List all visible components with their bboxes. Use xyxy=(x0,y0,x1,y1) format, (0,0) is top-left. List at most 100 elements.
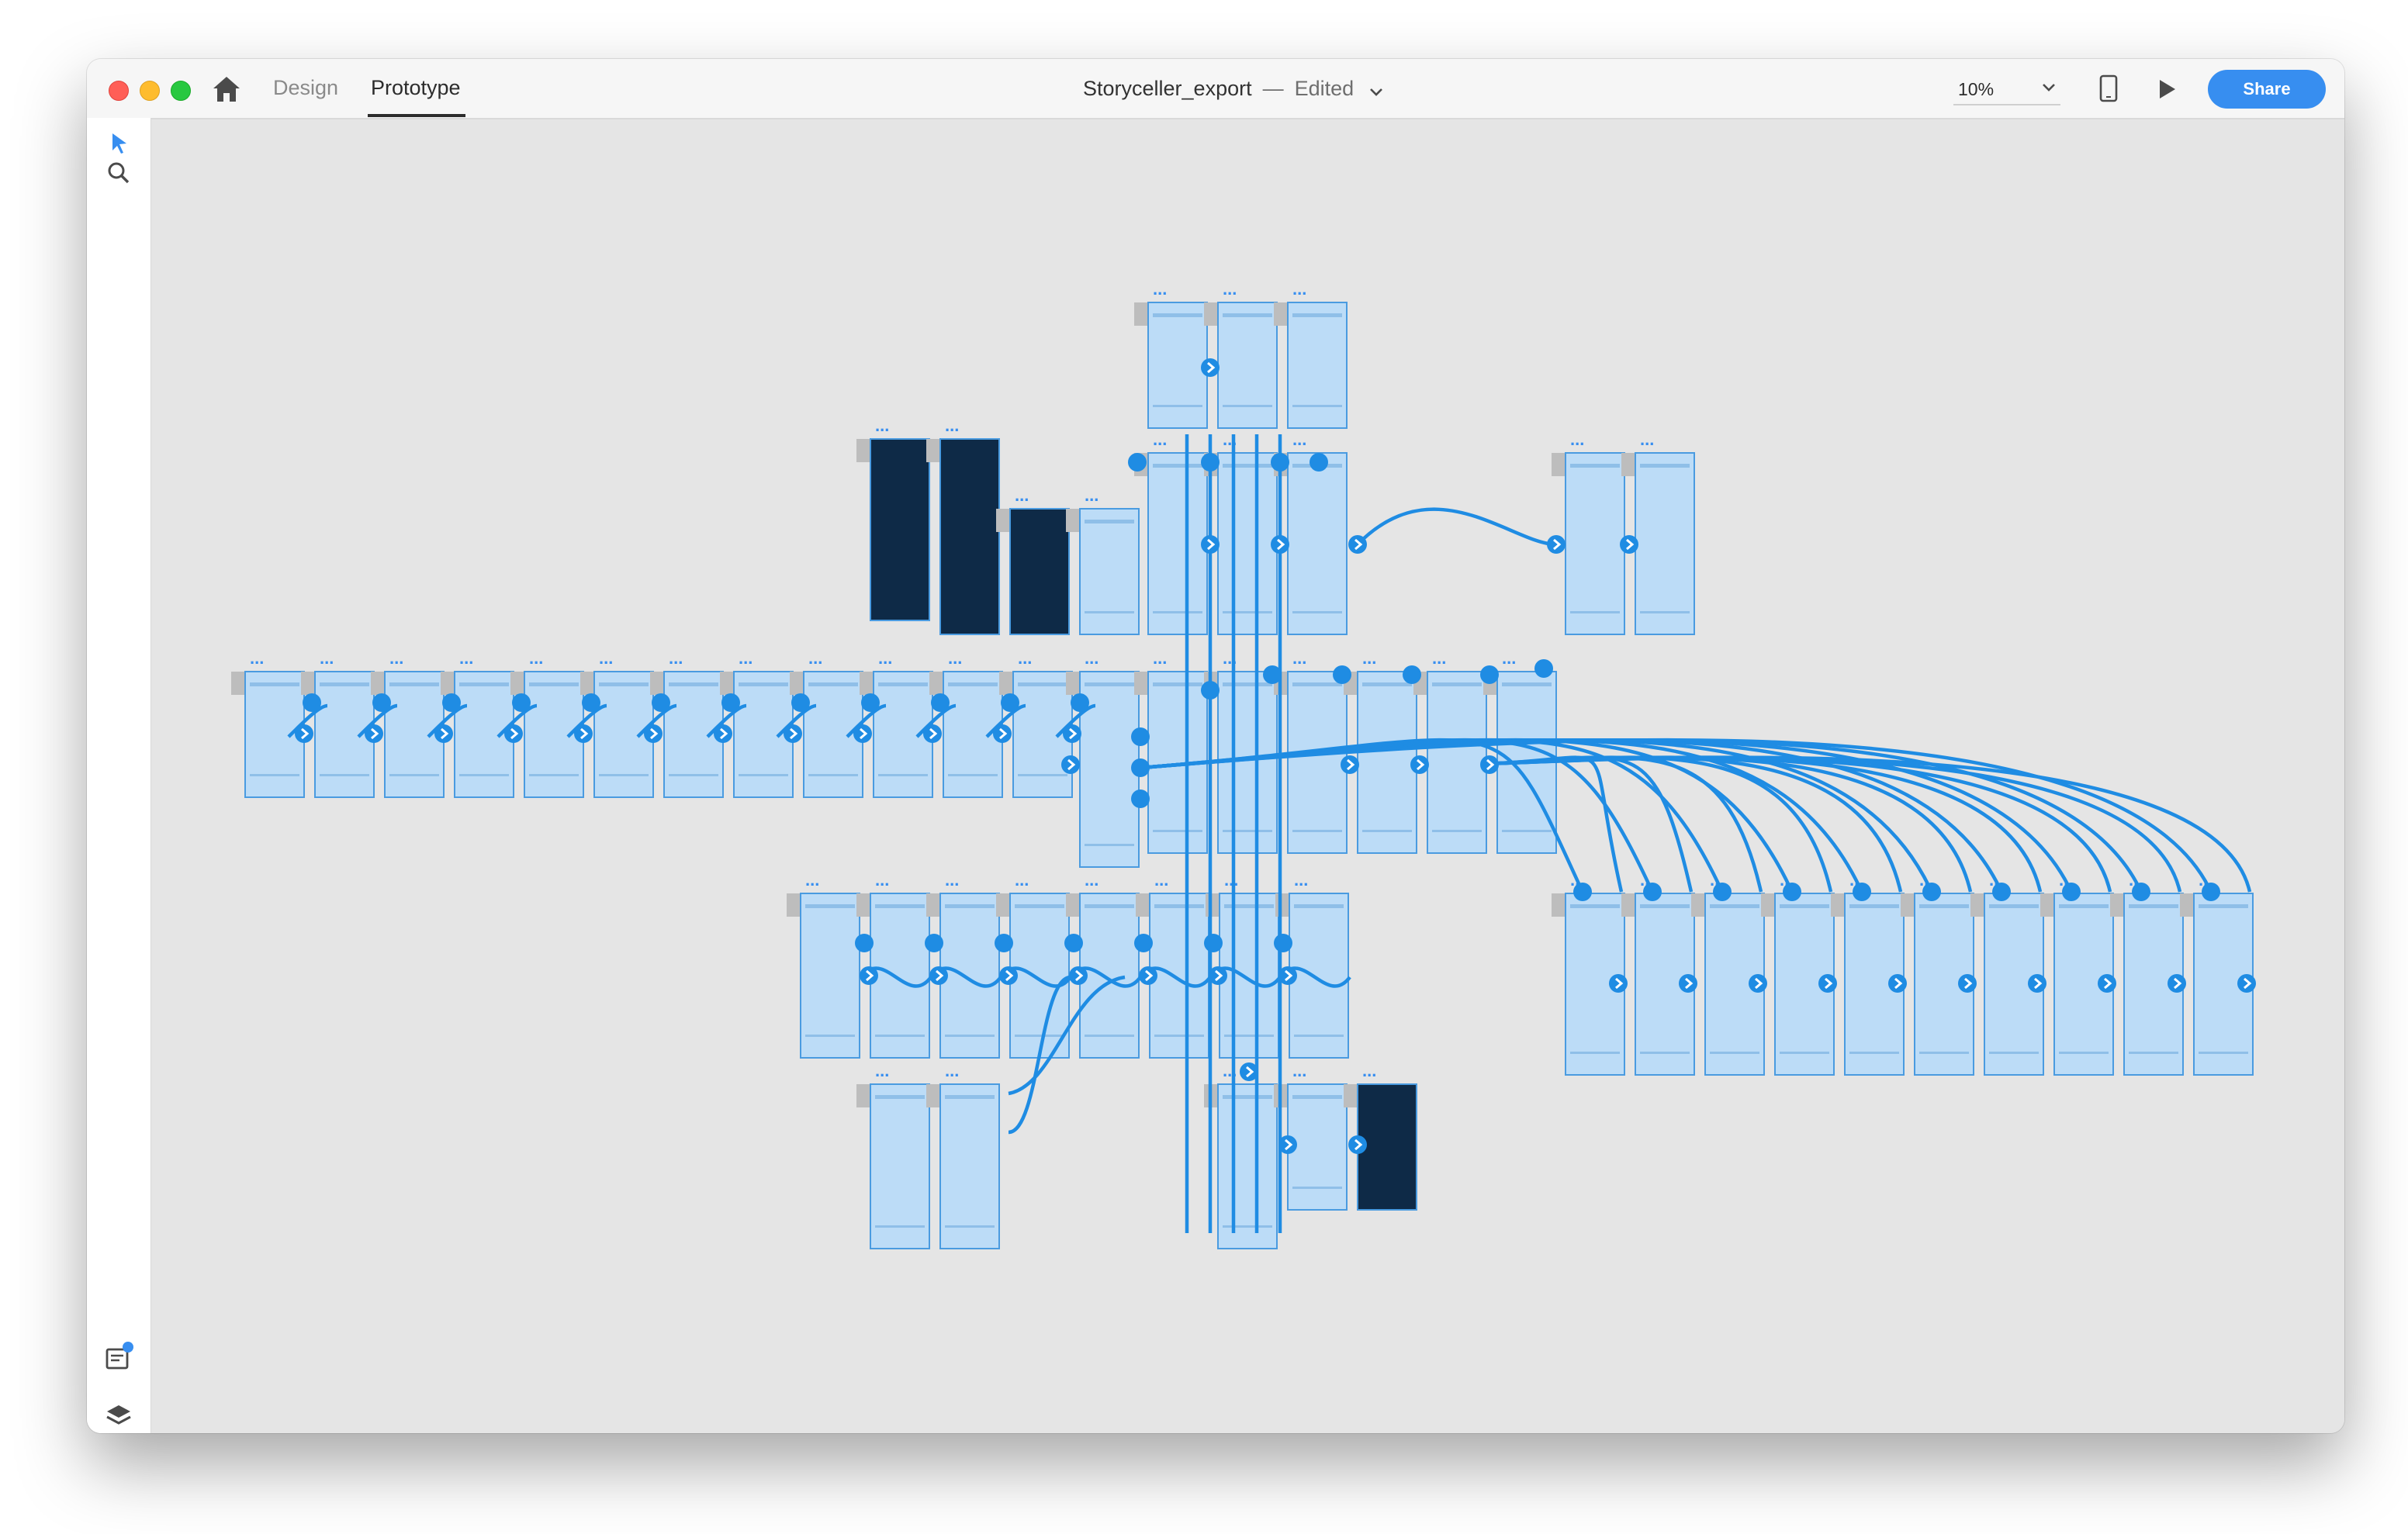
wire-arrow-node[interactable] xyxy=(295,724,313,743)
artboard-name[interactable]: ... xyxy=(805,870,819,890)
artboard-handle[interactable] xyxy=(1691,893,1705,917)
artboard[interactable] xyxy=(1147,452,1208,635)
artboard-name[interactable]: ... xyxy=(1153,430,1167,449)
artboard-footer-bar[interactable] xyxy=(875,1225,925,1228)
artboard-name[interactable]: ... xyxy=(1294,870,1308,890)
artboard-footer-bar[interactable] xyxy=(1570,611,1620,613)
artboard-header-bar[interactable] xyxy=(529,682,579,686)
artboard-name[interactable]: ... xyxy=(948,648,962,668)
wire-node[interactable] xyxy=(1001,693,1019,712)
wire-node[interactable] xyxy=(1131,758,1150,777)
artboard-header-bar[interactable] xyxy=(1640,904,1690,908)
artboard-header-bar[interactable] xyxy=(808,682,858,686)
artboard-name[interactable]: ... xyxy=(945,870,959,890)
wire-node[interactable] xyxy=(721,693,740,712)
wire-node[interactable] xyxy=(1263,665,1282,684)
wire-arrow-node[interactable] xyxy=(574,724,593,743)
artboard-handle[interactable] xyxy=(1134,672,1148,695)
artboard[interactable] xyxy=(1427,671,1487,854)
artboard-header-bar[interactable] xyxy=(1223,1095,1272,1099)
wire-node[interactable] xyxy=(1534,659,1553,678)
wire-arrow-node[interactable] xyxy=(1609,974,1628,993)
wire-arrow-node[interactable] xyxy=(1888,974,1907,993)
artboard-name[interactable]: ... xyxy=(1153,648,1167,668)
artboard-footer-bar[interactable] xyxy=(878,774,928,776)
artboard-name[interactable]: ... xyxy=(389,648,403,668)
artboard-name[interactable]: ... xyxy=(669,648,683,668)
artboard-handle[interactable] xyxy=(650,672,664,695)
wire-node[interactable] xyxy=(1201,453,1220,472)
artboard-footer-bar[interactable] xyxy=(1292,830,1342,832)
artboard-handle[interactable] xyxy=(2110,893,2124,917)
wire-arrow-node[interactable] xyxy=(1278,966,1297,985)
artboard-header-bar[interactable] xyxy=(1154,904,1204,908)
artboard-handle[interactable] xyxy=(1204,302,1218,326)
wire-arrow-node[interactable] xyxy=(1209,966,1227,985)
wire-node[interactable] xyxy=(652,693,670,712)
artboard-name[interactable]: ... xyxy=(1085,870,1098,890)
prototype-wire[interactable] xyxy=(1481,755,2182,893)
artboard-name[interactable]: ... xyxy=(1292,279,1306,299)
wire-arrow-node[interactable] xyxy=(860,966,878,985)
artboard-handle[interactable] xyxy=(790,672,804,695)
artboard-handle[interactable] xyxy=(787,893,801,917)
wire-node[interactable] xyxy=(1134,934,1153,952)
artboard-footer-bar[interactable] xyxy=(739,774,788,776)
artboard-footer-bar[interactable] xyxy=(529,774,579,776)
wire-arrow-node[interactable] xyxy=(1958,974,1977,993)
wire-arrow-node[interactable] xyxy=(1061,755,1080,774)
wire-node[interactable] xyxy=(2062,883,2081,901)
wire-arrow-node[interactable] xyxy=(1348,1135,1367,1154)
artboard-footer-bar[interactable] xyxy=(1294,1035,1344,1037)
wire-arrow-node[interactable] xyxy=(2237,974,2256,993)
wire-arrow-node[interactable] xyxy=(1410,755,1429,774)
wire-arrow-node[interactable] xyxy=(1240,1062,1258,1081)
artboard[interactable] xyxy=(939,438,1000,635)
artboard-handle[interactable] xyxy=(926,893,940,917)
artboard-header-bar[interactable] xyxy=(1849,904,1899,908)
wire-arrow-node[interactable] xyxy=(1063,724,1081,743)
artboard-name[interactable]: ... xyxy=(1153,279,1167,299)
wire-node[interactable] xyxy=(1573,883,1592,901)
tab-design[interactable]: Design xyxy=(273,76,338,107)
wire-node[interactable] xyxy=(1713,883,1732,901)
artboard[interactable] xyxy=(1079,893,1140,1059)
artboard-header-bar[interactable] xyxy=(1294,904,1344,908)
artboard-handle[interactable] xyxy=(1134,302,1148,326)
wire-node[interactable] xyxy=(512,693,531,712)
artboard-handle[interactable] xyxy=(1066,509,1080,532)
artboard-handle[interactable] xyxy=(580,672,594,695)
artboard-header-bar[interactable] xyxy=(1292,682,1342,686)
artboard-header-bar[interactable] xyxy=(1989,904,2039,908)
artboard-header-bar[interactable] xyxy=(1153,313,1202,317)
artboard-footer-bar[interactable] xyxy=(1153,611,1202,613)
artboard-handle[interactable] xyxy=(1901,893,1915,917)
artboard[interactable] xyxy=(800,893,860,1059)
wire-arrow-node[interactable] xyxy=(923,724,942,743)
artboard-header-bar[interactable] xyxy=(945,1095,995,1099)
artboard[interactable] xyxy=(870,438,930,621)
artboard-name[interactable]: ... xyxy=(1502,648,1516,668)
artboard[interactable] xyxy=(1565,452,1625,635)
wire-arrow-node[interactable] xyxy=(1201,358,1220,377)
artboard-footer-bar[interactable] xyxy=(1224,1035,1274,1037)
wire-node[interactable] xyxy=(1204,934,1223,952)
wire-arrow-node[interactable] xyxy=(999,966,1018,985)
layers-panel-icon[interactable] xyxy=(102,1399,135,1432)
zoom-tool-icon[interactable] xyxy=(102,157,135,189)
artboard-name[interactable]: ... xyxy=(1570,430,1584,449)
artboard-footer-bar[interactable] xyxy=(1018,774,1067,776)
artboard-footer-bar[interactable] xyxy=(1570,1052,1620,1054)
artboard-header-bar[interactable] xyxy=(1015,904,1064,908)
artboard[interactable] xyxy=(1009,893,1070,1059)
artboard-footer-bar[interactable] xyxy=(808,774,858,776)
artboard-footer-bar[interactable] xyxy=(2059,1052,2109,1054)
home-icon[interactable] xyxy=(211,74,242,104)
artboard-name[interactable]: ... xyxy=(945,416,959,435)
wire-arrow-node[interactable] xyxy=(1348,535,1367,554)
artboard[interactable] xyxy=(1217,452,1278,635)
artboard-footer-bar[interactable] xyxy=(1292,1187,1342,1189)
wire-node[interactable] xyxy=(2202,883,2220,901)
artboard-header-bar[interactable] xyxy=(1018,682,1067,686)
wire-arrow-node[interactable] xyxy=(1679,974,1697,993)
